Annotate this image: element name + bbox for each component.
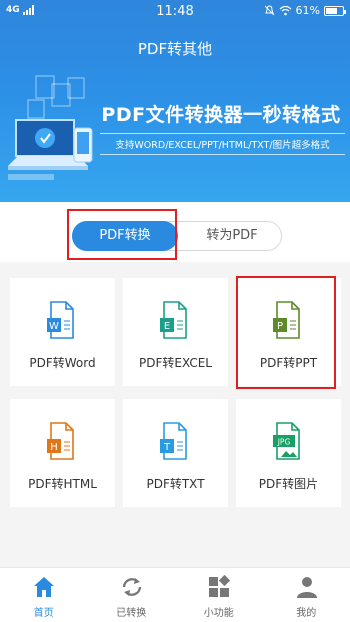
header-banner: 4G 11:48 61% PDF转其他 PDF文件转换器一秒转格式 支持WORD… [0,0,350,202]
page-title: PDF转其他 [137,40,213,58]
tool-pdf-to-image[interactable]: JPG PDF转图片 [236,399,341,507]
word-doc-icon: W [47,301,74,339]
image-doc-icon: JPG [273,422,300,460]
tool-label: PDF转EXCEL [139,356,212,370]
tool-pdf-to-excel[interactable]: E PDF转EXCEL [123,278,228,386]
battery-icon [324,5,346,16]
tool-label: PDF转TXT [146,477,205,491]
tool-pdf-to-word[interactable]: W PDF转Word [10,278,115,386]
banner-subtitle: 支持WORD/EXCEL/PPT/HTML/TXT/图片超多格式 [100,133,345,155]
bottom-nav: 首页 已转换 小功能 我的 [0,567,350,622]
svg-text:H: H [50,442,58,453]
refresh-icon [122,578,141,596]
tool-label: PDF转HTML [28,477,97,491]
tool-pdf-to-txt[interactable]: T PDF转TXT [123,399,228,507]
wifi-icon [279,5,291,16]
home-icon [34,577,54,597]
highlight-box-tab [67,209,177,260]
status-bar: 4G 11:48 61% [0,0,350,24]
nav-label: 我的 [296,608,317,619]
banner-title: PDF文件转换器一秒转格式 [101,104,341,126]
nav-label: 小功能 [203,608,234,619]
mute-icon [264,5,274,16]
nav-home[interactable]: 首页 [0,568,88,622]
laptop-illustration [8,75,93,180]
highlight-box-ppt [236,276,336,389]
tool-pdf-to-html[interactable]: H PDF转HTML [10,399,115,507]
tool-label: PDF转图片 [258,477,319,491]
tool-label: PDF转Word [29,356,96,370]
user-icon [296,577,317,598]
tab-to-pdf[interactable]: 转为PDF [179,221,285,251]
svg-text:W: W [49,321,59,332]
apps-icon [209,575,231,597]
nav-converted[interactable]: 已转换 [88,568,176,622]
nav-profile[interactable]: 我的 [263,568,350,622]
txt-doc-icon: T [160,422,187,460]
excel-doc-icon: E [160,301,187,339]
nav-label: 已转换 [116,608,147,619]
nav-label: 首页 [33,608,54,619]
html-doc-icon: H [47,422,74,460]
svg-text:JPG: JPG [277,438,291,447]
svg-text:T: T [163,442,171,453]
nav-tools[interactable]: 小功能 [175,568,263,622]
battery-percent: 61% [295,4,320,17]
svg-text:E: E [164,321,170,332]
